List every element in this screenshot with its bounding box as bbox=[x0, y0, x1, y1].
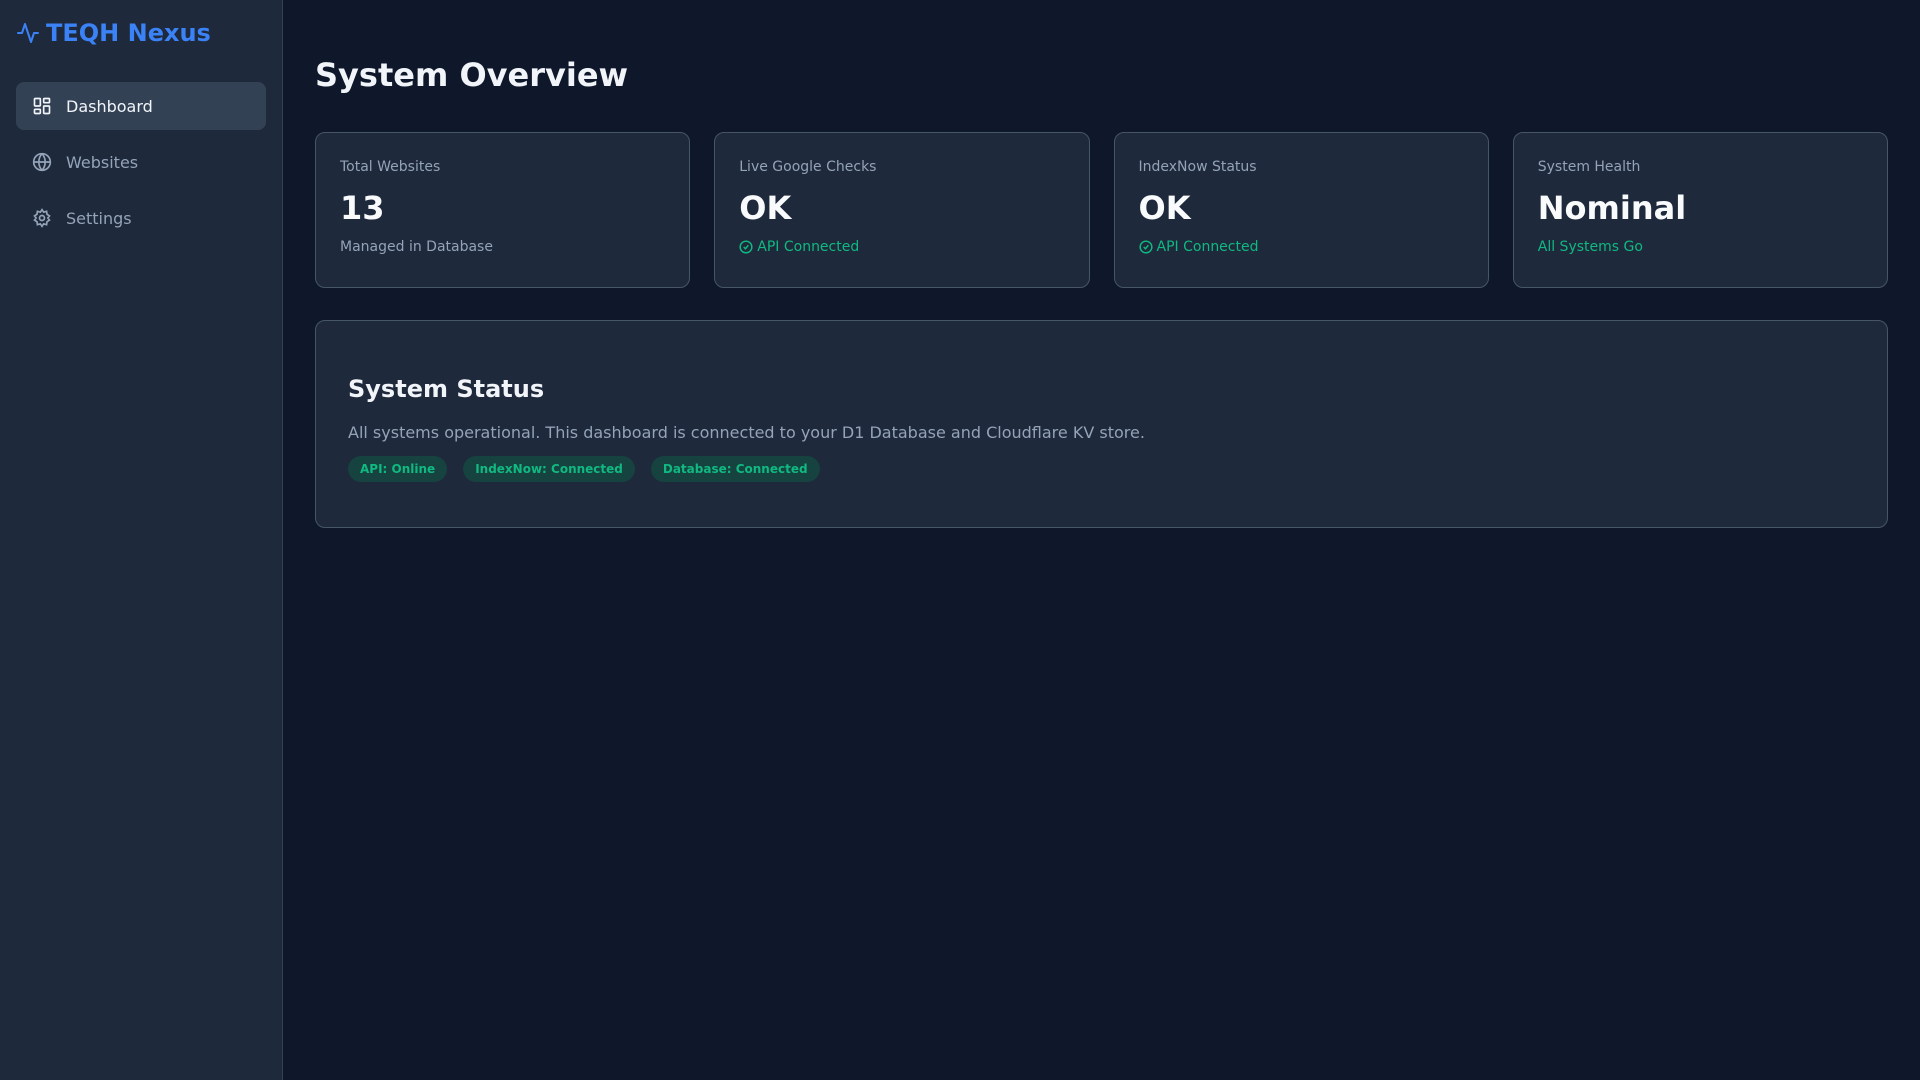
sidebar: TEQH Nexus Dashboard Websites Settings bbox=[0, 0, 283, 1080]
dashboard-icon bbox=[33, 97, 51, 115]
stat-card-google-checks: Live Google Checks OK API Connected bbox=[714, 132, 1090, 288]
card-subtitle: API Connected bbox=[739, 239, 1064, 255]
app-logo[interactable]: TEQH Nexus bbox=[16, 16, 266, 50]
sidebar-item-label: Websites bbox=[66, 152, 139, 172]
status-badges: API: Online IndexNow: Connected Database… bbox=[348, 456, 1855, 482]
card-label: Total Websites bbox=[340, 159, 441, 175]
stat-card-total-websites: Total Websites 13 Managed in Database bbox=[315, 132, 691, 288]
card-value: OK bbox=[1138, 189, 1191, 227]
main-content: System Overview Total Websites 13 Manage… bbox=[283, 0, 1920, 1080]
card-value: 13 bbox=[340, 189, 385, 227]
card-label: IndexNow Status bbox=[1138, 159, 1257, 175]
app-title: TEQH Nexus bbox=[46, 19, 211, 47]
card-subtitle-text: API Connected bbox=[1156, 239, 1259, 255]
sidebar-item-websites[interactable]: Websites bbox=[16, 138, 266, 186]
status-badge-database: Database: Connected bbox=[650, 456, 820, 482]
card-value: Nominal bbox=[1537, 189, 1687, 227]
sidebar-item-label: Settings bbox=[66, 208, 132, 228]
card-label: System Health bbox=[1537, 159, 1641, 175]
card-label: Live Google Checks bbox=[739, 159, 877, 175]
status-description: All systems operational. This dashboard … bbox=[348, 423, 1145, 442]
card-subtitle: Managed in Database bbox=[340, 239, 493, 255]
status-badge-api: API: Online bbox=[348, 456, 448, 482]
sidebar-item-dashboard[interactable]: Dashboard bbox=[16, 82, 266, 130]
activity-icon bbox=[17, 23, 39, 43]
card-subtitle: All Systems Go bbox=[1537, 239, 1643, 255]
card-subtitle-text: API Connected bbox=[757, 239, 860, 255]
stat-card-indexnow: IndexNow Status OK API Connected bbox=[1113, 132, 1489, 288]
gear-icon bbox=[33, 208, 51, 228]
globe-icon bbox=[32, 152, 52, 172]
sidebar-item-label: Dashboard bbox=[66, 96, 153, 116]
check-circle-icon bbox=[739, 240, 753, 254]
system-status-panel: System Status All systems operational. T… bbox=[315, 320, 1888, 528]
sidebar-nav: Dashboard Websites Settings bbox=[16, 82, 266, 242]
check-circle-icon bbox=[1138, 240, 1153, 254]
status-badge-indexnow: IndexNow: Connected bbox=[463, 456, 635, 482]
card-subtitle: API Connected bbox=[1138, 239, 1464, 255]
page-title: System Overview bbox=[315, 56, 629, 94]
stat-cards: Total Websites 13 Managed in Database Li… bbox=[315, 132, 1888, 288]
sidebar-item-settings[interactable]: Settings bbox=[16, 194, 266, 242]
stat-card-system-health: System Health Nominal All Systems Go bbox=[1512, 132, 1888, 288]
status-title: System Status bbox=[348, 375, 545, 403]
card-value: OK bbox=[739, 189, 792, 227]
